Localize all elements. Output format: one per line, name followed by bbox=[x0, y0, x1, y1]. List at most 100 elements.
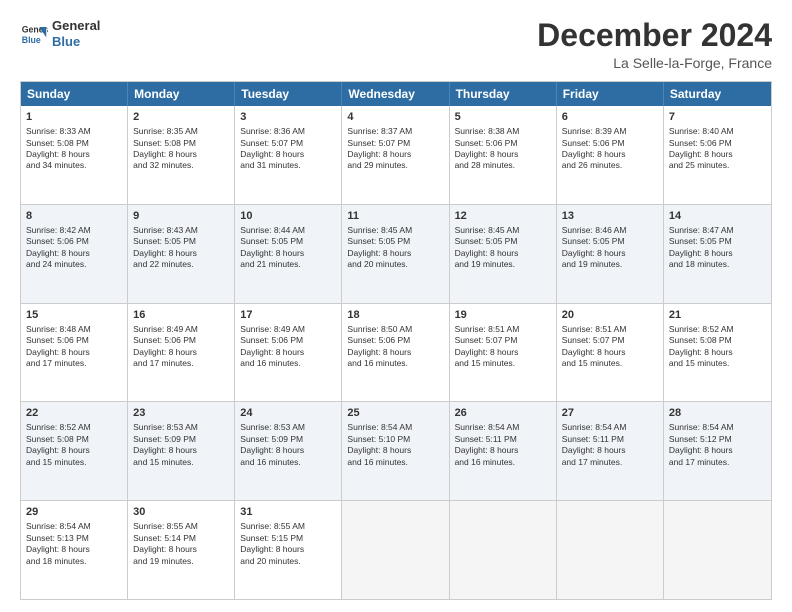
day-info-line: Sunset: 5:09 PM bbox=[240, 434, 336, 445]
calendar-cell: 29Sunrise: 8:54 AMSunset: 5:13 PMDayligh… bbox=[21, 501, 128, 599]
day-info-line: Sunset: 5:05 PM bbox=[347, 236, 443, 247]
calendar-cell: 15Sunrise: 8:48 AMSunset: 5:06 PMDayligh… bbox=[21, 304, 128, 402]
day-info-line: Sunrise: 8:38 AM bbox=[455, 126, 551, 137]
day-info-line: and 16 minutes. bbox=[240, 457, 336, 468]
calendar-cell bbox=[664, 501, 771, 599]
day-info-line: Sunset: 5:08 PM bbox=[26, 434, 122, 445]
day-info-line: and 16 minutes. bbox=[240, 358, 336, 369]
title-block: December 2024 La Selle-la-Forge, France bbox=[537, 18, 772, 71]
day-info-line: Daylight: 8 hours bbox=[455, 248, 551, 259]
day-number: 30 bbox=[133, 505, 229, 520]
day-info-line: and 17 minutes. bbox=[26, 358, 122, 369]
day-info-line: Sunset: 5:06 PM bbox=[26, 236, 122, 247]
calendar-cell: 8Sunrise: 8:42 AMSunset: 5:06 PMDaylight… bbox=[21, 205, 128, 303]
day-info-line: Daylight: 8 hours bbox=[26, 347, 122, 358]
calendar-cell: 27Sunrise: 8:54 AMSunset: 5:11 PMDayligh… bbox=[557, 402, 664, 500]
day-info-line: Daylight: 8 hours bbox=[455, 445, 551, 456]
day-info-line: Sunset: 5:05 PM bbox=[669, 236, 766, 247]
day-info-line: Sunset: 5:15 PM bbox=[240, 533, 336, 544]
calendar-cell: 21Sunrise: 8:52 AMSunset: 5:08 PMDayligh… bbox=[664, 304, 771, 402]
day-info-line: Sunrise: 8:35 AM bbox=[133, 126, 229, 137]
day-info-line: Daylight: 8 hours bbox=[26, 445, 122, 456]
day-number: 29 bbox=[26, 505, 122, 520]
day-info-line: and 15 minutes. bbox=[562, 358, 658, 369]
calendar-cell bbox=[342, 501, 449, 599]
day-info-line: Sunrise: 8:40 AM bbox=[669, 126, 766, 137]
day-info-line: Sunrise: 8:55 AM bbox=[133, 521, 229, 532]
day-info-line: and 32 minutes. bbox=[133, 160, 229, 171]
day-info-line: Sunrise: 8:53 AM bbox=[240, 422, 336, 433]
day-info-line: Sunrise: 8:53 AM bbox=[133, 422, 229, 433]
day-number: 27 bbox=[562, 406, 658, 421]
day-info-line: Sunset: 5:07 PM bbox=[562, 335, 658, 346]
calendar-cell: 18Sunrise: 8:50 AMSunset: 5:06 PMDayligh… bbox=[342, 304, 449, 402]
day-info-line: Sunset: 5:06 PM bbox=[562, 138, 658, 149]
day-info-line: Sunrise: 8:50 AM bbox=[347, 324, 443, 335]
day-info-line: Daylight: 8 hours bbox=[455, 149, 551, 160]
calendar-cell: 28Sunrise: 8:54 AMSunset: 5:12 PMDayligh… bbox=[664, 402, 771, 500]
calendar-row-4: 22Sunrise: 8:52 AMSunset: 5:08 PMDayligh… bbox=[21, 401, 771, 500]
day-number: 3 bbox=[240, 110, 336, 125]
calendar-cell: 7Sunrise: 8:40 AMSunset: 5:06 PMDaylight… bbox=[664, 106, 771, 204]
day-info-line: Daylight: 8 hours bbox=[562, 347, 658, 358]
calendar-page: General Blue General Blue December 2024 … bbox=[0, 0, 792, 612]
calendar-cell: 12Sunrise: 8:45 AMSunset: 5:05 PMDayligh… bbox=[450, 205, 557, 303]
day-info-line: and 34 minutes. bbox=[26, 160, 122, 171]
day-number: 8 bbox=[26, 209, 122, 224]
header-day-thursday: Thursday bbox=[450, 82, 557, 106]
day-info-line: Sunrise: 8:51 AM bbox=[562, 324, 658, 335]
day-info-line: Daylight: 8 hours bbox=[240, 149, 336, 160]
calendar: SundayMondayTuesdayWednesdayThursdayFrid… bbox=[20, 81, 772, 600]
day-info-line: Daylight: 8 hours bbox=[669, 445, 766, 456]
calendar-header: SundayMondayTuesdayWednesdayThursdayFrid… bbox=[21, 82, 771, 106]
day-info-line: and 15 minutes. bbox=[669, 358, 766, 369]
day-info-line: Sunrise: 8:44 AM bbox=[240, 225, 336, 236]
header-day-friday: Friday bbox=[557, 82, 664, 106]
day-info-line: Daylight: 8 hours bbox=[133, 347, 229, 358]
day-number: 22 bbox=[26, 406, 122, 421]
day-info-line: Sunset: 5:07 PM bbox=[455, 335, 551, 346]
day-info-line: Sunrise: 8:45 AM bbox=[455, 225, 551, 236]
calendar-row-5: 29Sunrise: 8:54 AMSunset: 5:13 PMDayligh… bbox=[21, 500, 771, 599]
day-info-line: Daylight: 8 hours bbox=[133, 248, 229, 259]
day-info-line: Daylight: 8 hours bbox=[669, 248, 766, 259]
day-info-line: Sunrise: 8:54 AM bbox=[455, 422, 551, 433]
day-info-line: Sunset: 5:06 PM bbox=[455, 138, 551, 149]
day-info-line: and 15 minutes. bbox=[26, 457, 122, 468]
day-info-line: Sunset: 5:06 PM bbox=[669, 138, 766, 149]
day-number: 13 bbox=[562, 209, 658, 224]
day-info-line: and 15 minutes. bbox=[133, 457, 229, 468]
day-info-line: Sunrise: 8:54 AM bbox=[347, 422, 443, 433]
calendar-cell: 23Sunrise: 8:53 AMSunset: 5:09 PMDayligh… bbox=[128, 402, 235, 500]
day-info-line: Daylight: 8 hours bbox=[347, 347, 443, 358]
svg-text:Blue: Blue bbox=[22, 34, 41, 44]
day-info-line: Sunset: 5:06 PM bbox=[133, 335, 229, 346]
logo-text-line1: General bbox=[52, 18, 100, 34]
day-info-line: Sunset: 5:12 PM bbox=[669, 434, 766, 445]
day-info-line: Sunset: 5:06 PM bbox=[347, 335, 443, 346]
day-number: 28 bbox=[669, 406, 766, 421]
day-number: 6 bbox=[562, 110, 658, 125]
day-info-line: Daylight: 8 hours bbox=[347, 248, 443, 259]
calendar-cell: 10Sunrise: 8:44 AMSunset: 5:05 PMDayligh… bbox=[235, 205, 342, 303]
day-info-line: and 29 minutes. bbox=[347, 160, 443, 171]
day-info-line: Sunrise: 8:43 AM bbox=[133, 225, 229, 236]
day-info-line: Sunrise: 8:48 AM bbox=[26, 324, 122, 335]
day-info-line: Daylight: 8 hours bbox=[240, 347, 336, 358]
header-day-sunday: Sunday bbox=[21, 82, 128, 106]
day-info-line: Daylight: 8 hours bbox=[455, 347, 551, 358]
day-info-line: Daylight: 8 hours bbox=[133, 445, 229, 456]
calendar-row-3: 15Sunrise: 8:48 AMSunset: 5:06 PMDayligh… bbox=[21, 303, 771, 402]
month-title: December 2024 bbox=[537, 18, 772, 53]
calendar-cell: 5Sunrise: 8:38 AMSunset: 5:06 PMDaylight… bbox=[450, 106, 557, 204]
day-info-line: and 31 minutes. bbox=[240, 160, 336, 171]
day-info-line: and 17 minutes. bbox=[562, 457, 658, 468]
day-number: 24 bbox=[240, 406, 336, 421]
day-info-line: Sunset: 5:14 PM bbox=[133, 533, 229, 544]
day-info-line: and 16 minutes. bbox=[347, 457, 443, 468]
day-info-line: Sunset: 5:07 PM bbox=[347, 138, 443, 149]
day-number: 10 bbox=[240, 209, 336, 224]
calendar-cell: 11Sunrise: 8:45 AMSunset: 5:05 PMDayligh… bbox=[342, 205, 449, 303]
day-info-line: and 21 minutes. bbox=[240, 259, 336, 270]
day-info-line: and 17 minutes. bbox=[669, 457, 766, 468]
